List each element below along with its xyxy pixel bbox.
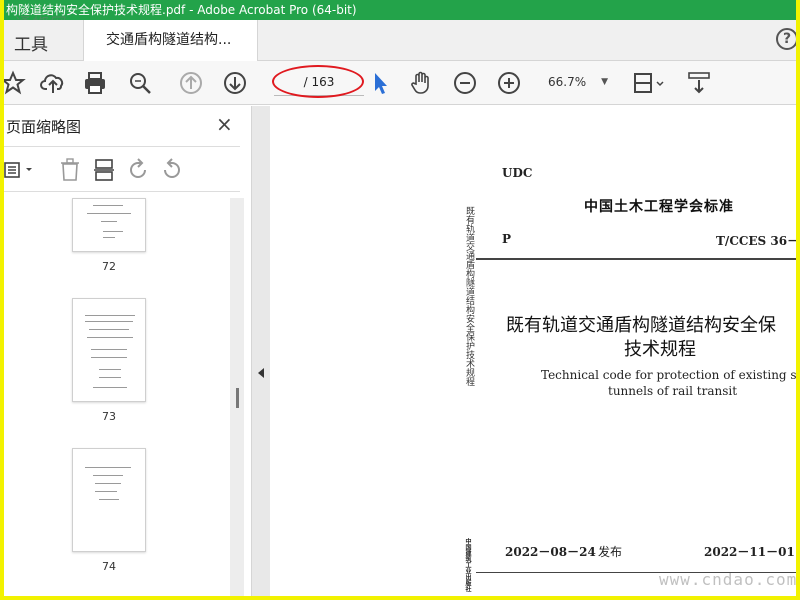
page-up-icon[interactable] <box>178 70 204 96</box>
hand-icon[interactable] <box>408 70 434 96</box>
tab-bar: 工具 交通盾构隧道结构... ? <box>4 20 796 61</box>
document-page: 既有轨道交通盾构隧道结构安全保护技术规程 中国建筑工业出版社 UDC 中国土木工… <box>270 106 796 596</box>
fit-page-icon[interactable] <box>632 70 666 96</box>
close-icon[interactable]: × <box>216 112 233 136</box>
document-title-en: Technical code for protection of existin… <box>541 368 796 382</box>
document-title-en-line2: tunnels of rail transit <box>608 384 738 398</box>
acrobat-window: 构隧道结构安全保护技术规程.pdf - Adobe Acrobat Pro (6… <box>4 0 796 596</box>
p-mark: P <box>502 232 512 246</box>
udc-label: UDC <box>502 166 533 180</box>
panel-resize-handle[interactable] <box>236 388 239 408</box>
print-icon[interactable] <box>82 70 108 96</box>
annotation-circle <box>272 65 364 98</box>
tools-tab[interactable]: 工具 <box>14 30 48 55</box>
star-icon[interactable] <box>4 70 26 96</box>
implementation-date: 2022－11－01 <box>704 545 795 559</box>
zoom-in-icon[interactable] <box>496 70 522 96</box>
standard-code: T/CCES 36－2 <box>716 234 796 248</box>
thumbnail-label: 74 <box>102 560 116 573</box>
page-thumbnails-panel: 页面缩略图 × 72 73 74 <box>4 106 252 596</box>
zoom-select[interactable]: 66.7% ▼ <box>542 69 612 95</box>
spine-publisher: 中国建筑工业出版社 <box>464 538 471 592</box>
document-tab[interactable]: 交通盾构隧道结构... <box>83 20 258 61</box>
insert-page-icon[interactable] <box>92 157 116 183</box>
chevron-down-icon: ▼ <box>601 77 608 87</box>
rotate-left-icon[interactable] <box>126 157 150 183</box>
standard-organization: 中国土木工程学会标准 <box>584 199 734 215</box>
panel-title: 页面缩略图 <box>6 118 82 136</box>
issue-date: 2022－08－24 <box>505 545 596 559</box>
main-toolbar: / 163 66.7% ▼ <box>4 61 796 105</box>
document-title-cn: 既有轨道交通盾构隧道结构安全保 <box>506 315 776 336</box>
page-down-icon[interactable] <box>222 70 248 96</box>
thumbnail-list: 72 73 74 <box>4 196 230 596</box>
scroll-mode-icon[interactable] <box>686 70 712 96</box>
zoom-out-icon[interactable] <box>452 70 478 96</box>
search-icon[interactable] <box>127 70 153 96</box>
delete-icon[interactable] <box>58 157 82 183</box>
select-cursor-icon[interactable] <box>368 70 394 96</box>
divider <box>476 258 796 260</box>
spine-title: 既有轨道交通盾构隧道结构安全保护技术规程 <box>464 206 474 386</box>
document-title-cn-line2: 技术规程 <box>624 339 696 360</box>
help-icon[interactable]: ? <box>776 28 796 50</box>
zoom-value: 66.7% <box>548 75 587 89</box>
options-menu-icon[interactable] <box>4 159 38 181</box>
watermark-bottom: www.cndao.com <box>659 570 796 589</box>
page-thumbnail[interactable] <box>72 448 146 552</box>
panel-toolbar <box>4 146 240 192</box>
page-thumbnail[interactable] <box>72 298 146 402</box>
upload-icon[interactable] <box>40 70 66 96</box>
thumbnail-label: 72 <box>102 260 116 273</box>
collapse-arrow-icon[interactable] <box>258 368 264 378</box>
window-title-bar: 构隧道结构安全保护技术规程.pdf - Adobe Acrobat Pro (6… <box>4 0 796 20</box>
rotate-right-icon[interactable] <box>160 157 184 183</box>
thumbnail-label: 73 <box>102 410 116 423</box>
issue-label: 发布 <box>598 545 623 559</box>
panel-collapse-strip[interactable] <box>252 106 270 596</box>
page-thumbnail[interactable] <box>72 198 146 252</box>
